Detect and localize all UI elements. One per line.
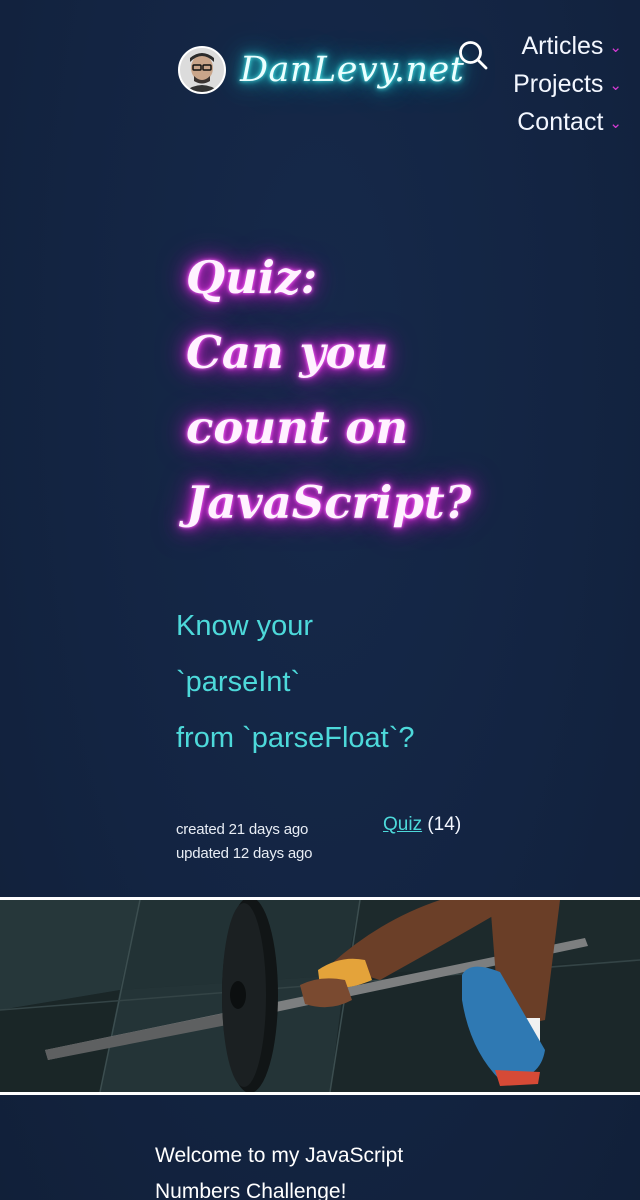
chevron-down-icon: ⌄ <box>609 77 622 94</box>
intro-line: Numbers Challenge! <box>155 1180 347 1200</box>
article-dates: created 21 days ago updated 12 days ago <box>176 818 313 866</box>
subtitle-line: `parseInt` <box>176 666 301 698</box>
nav-item-label: Articles <box>521 32 604 60</box>
tag-quiz-link[interactable]: Quiz <box>383 814 422 835</box>
nav-item-label: Contact <box>517 108 604 136</box>
main-nav: Articles ⌄ Projects ⌄ Contact ⌄ <box>513 28 622 142</box>
title-line: Can you <box>186 326 389 379</box>
tag-count: (14) <box>427 814 462 835</box>
site-logo-link[interactable]: DanLevy.net <box>178 46 464 94</box>
chevron-down-icon: ⌄ <box>609 115 622 132</box>
page: DanLevy.net Articles ⌄ Projects ⌄ Contact ⌄… <box>0 0 640 1200</box>
intro-text: Welcome to my JavaScript Numbers Challen… <box>155 1138 475 1200</box>
page-title: Quiz: Can you count on JavaScript? <box>186 240 476 540</box>
subtitle-line: from `parseFloat`? <box>176 722 415 754</box>
nav-item-label: Projects <box>513 70 604 98</box>
title-line: Quiz: <box>186 251 318 304</box>
nav-item-projects[interactable]: Projects ⌄ <box>513 66 622 104</box>
created-date: created 21 days ago <box>176 821 309 838</box>
title-line: count on <box>186 401 409 454</box>
site-name: DanLevy.net <box>240 50 465 90</box>
title-line: JavaScript? <box>186 476 472 529</box>
page-subtitle: Know your `parseInt` from `parseFloat`? <box>176 598 415 766</box>
avatar <box>178 46 226 94</box>
intro-line: Welcome to my JavaScript <box>155 1144 404 1167</box>
article-tags: Quiz (14) <box>383 814 461 836</box>
hero-image <box>0 897 640 1095</box>
search-button[interactable] <box>456 38 490 72</box>
nav-item-contact[interactable]: Contact ⌄ <box>513 104 622 142</box>
search-icon <box>459 41 488 70</box>
subtitle-line: Know your <box>176 610 314 642</box>
nav-item-articles[interactable]: Articles ⌄ <box>513 28 622 66</box>
updated-date: updated 12 days ago <box>176 845 313 862</box>
chevron-down-icon: ⌄ <box>609 39 622 56</box>
